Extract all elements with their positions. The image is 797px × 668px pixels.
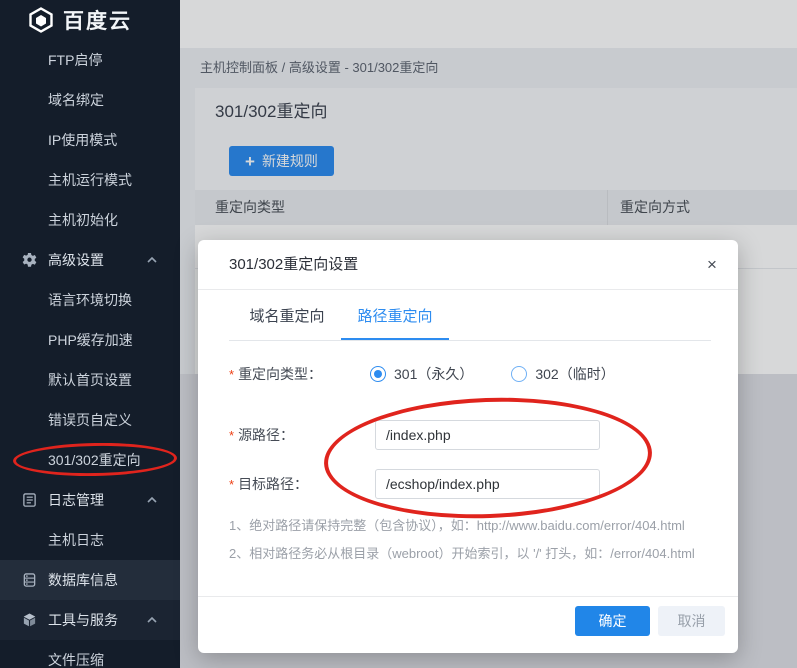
sidebar-item-language-env[interactable]: 语言环境切换: [0, 280, 180, 320]
target-path-label: 目标路径：: [238, 476, 308, 492]
sidebar-group-tools-services[interactable]: 工具与服务: [0, 600, 180, 640]
source-path-label: 源路径：: [238, 427, 294, 443]
sidebar-group-advanced-settings[interactable]: 高级设置: [0, 240, 180, 280]
sidebar: 百度云 FTP启停 域名绑定 IP使用模式 主机运行模式 主机初始化 高级设置 …: [0, 0, 180, 668]
sidebar-group-log-management[interactable]: 日志管理: [0, 480, 180, 520]
sidebar-group-database-info[interactable]: 数据库信息: [0, 560, 180, 600]
sidebar-item-ftp-switch[interactable]: FTP启停: [0, 40, 180, 80]
redirect-type-radios: 301（永久） 302（临时）: [370, 360, 615, 388]
note-absolute-path: 1、绝对路径请保持完整（包含协议），如：http://www.baidu.com…: [229, 515, 685, 534]
sidebar-item-file-compress[interactable]: 文件压缩: [0, 640, 180, 668]
modal-title: 301/302重定向设置: [229, 240, 358, 290]
database-icon: [22, 573, 37, 588]
sidebar-item-host-init[interactable]: 主机初始化: [0, 200, 180, 240]
required-asterisk: *: [229, 428, 234, 443]
radio-unselected-icon[interactable]: [511, 366, 527, 382]
sidebar-item-301-302-redirect[interactable]: 301/302重定向: [0, 440, 180, 480]
sidebar-menu: FTP启停 域名绑定 IP使用模式 主机运行模式 主机初始化 高级设置 语言环境…: [0, 40, 180, 668]
tabs-baseline: [229, 340, 711, 341]
annotation-ellipse-inputs: [322, 392, 654, 523]
note-relative-path: 2、相对路径务必从根目录（webroot）开始索引，以 '/' 打头，如：/er…: [229, 543, 695, 562]
log-list-icon: [22, 493, 37, 508]
chevron-up-icon: [146, 256, 158, 264]
baidu-cloud-logo-icon: [28, 7, 54, 33]
close-icon[interactable]: ×: [700, 253, 724, 277]
form-row-target-path: * 目标路径：: [229, 469, 711, 499]
modal-header: 301/302重定向设置 ×: [198, 240, 738, 290]
sidebar-item-host-log[interactable]: 主机日志: [0, 520, 180, 560]
form-row-source-path: * 源路径：: [229, 420, 711, 450]
footer-divider: [198, 596, 738, 597]
sidebar-item-default-index[interactable]: 默认首页设置: [0, 360, 180, 400]
cancel-button[interactable]: 取消: [658, 606, 725, 636]
target-path-input[interactable]: [375, 469, 600, 499]
toolbox-cube-icon: [22, 613, 37, 628]
sidebar-item-error-page[interactable]: 错误页自定义: [0, 400, 180, 440]
radio-302-temporary[interactable]: 302（临时）: [511, 364, 614, 384]
sidebar-item-host-run-mode[interactable]: 主机运行模式: [0, 160, 180, 200]
modal-tabs: 域名重定向 路径重定向: [233, 295, 449, 341]
sidebar-item-ip-mode[interactable]: IP使用模式: [0, 120, 180, 160]
confirm-button[interactable]: 确定: [575, 606, 650, 636]
required-asterisk: *: [229, 367, 234, 382]
required-asterisk: *: [229, 477, 234, 492]
chevron-up-icon: [146, 496, 158, 504]
gear-icon: [22, 253, 37, 268]
chevron-up-icon: [146, 616, 158, 624]
redirect-type-label: 重定向类型：: [238, 366, 322, 382]
logo-text: 百度云: [63, 5, 132, 35]
source-path-input[interactable]: [375, 420, 600, 450]
sidebar-item-domain-binding[interactable]: 域名绑定: [0, 80, 180, 120]
tab-domain-redirect[interactable]: 域名重定向: [233, 295, 341, 341]
logo: 百度云: [0, 0, 180, 40]
redirect-settings-modal: 301/302重定向设置 × 域名重定向 路径重定向 * 重定向类型： 301（永…: [198, 240, 738, 653]
radio-301-permanent[interactable]: 301（永久）: [370, 364, 473, 384]
radio-selected-icon[interactable]: [370, 366, 386, 382]
tab-path-redirect[interactable]: 路径重定向: [341, 295, 449, 341]
form-row-redirect-type: * 重定向类型： 301（永久） 302（临时）: [229, 360, 711, 388]
sidebar-item-php-cache[interactable]: PHP缓存加速: [0, 320, 180, 360]
